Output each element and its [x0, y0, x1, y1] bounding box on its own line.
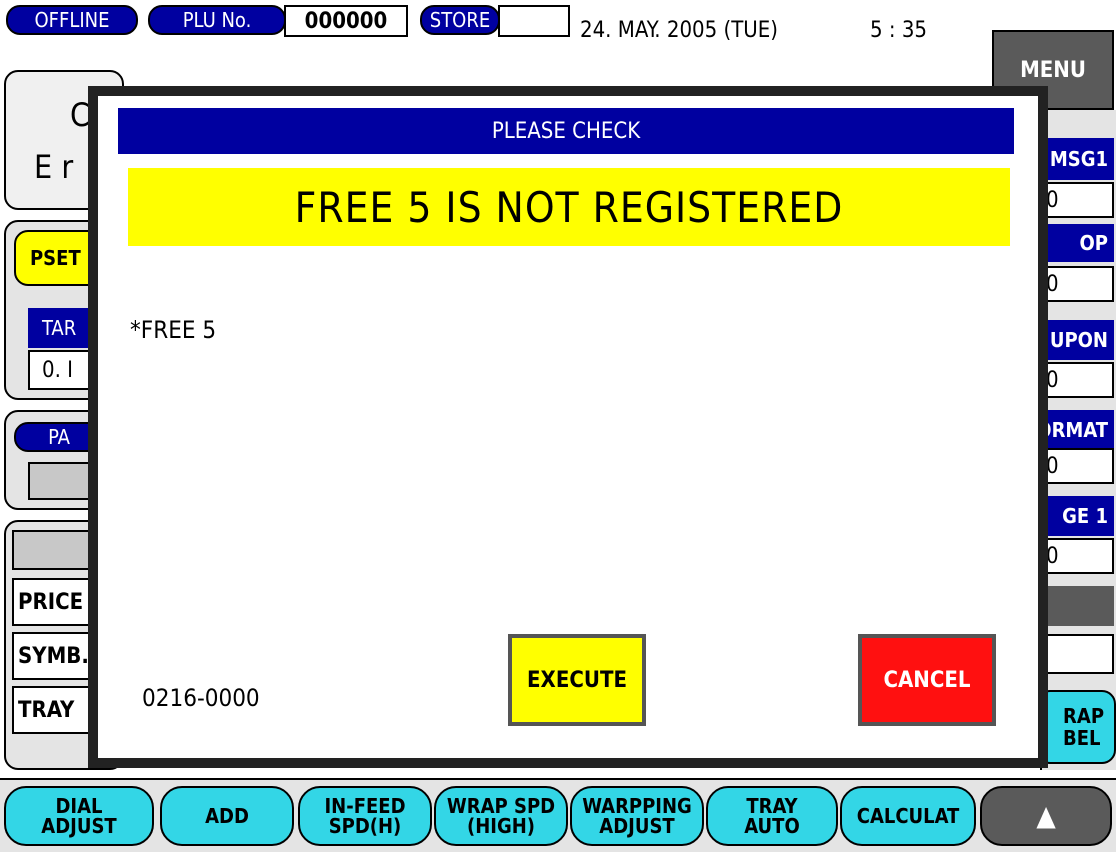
format-value[interactable]: 0 — [1040, 448, 1114, 484]
date-display: 24. MAY. 2005 (TUE) — [580, 18, 779, 43]
wrapping-adjust-button[interactable]: WARPPING ADJUST — [570, 786, 704, 846]
dialog-message: FREE 5 IS NOT REGISTERED — [128, 168, 1010, 246]
dialog-code: 0216-0000 — [142, 684, 260, 712]
right-gray-strip — [1040, 586, 1114, 626]
msg1-value[interactable]: 0 — [1040, 182, 1114, 218]
wrap-speed-button[interactable]: WRAP SPD (HIGH) — [434, 786, 568, 846]
tray-auto-button[interactable]: TRAY AUTO — [706, 786, 838, 846]
coupon-label: UPON — [1040, 320, 1114, 360]
coupon-value[interactable]: 0 — [1040, 362, 1114, 398]
plu-number-field[interactable]: 000000 — [284, 5, 408, 37]
cancel-button[interactable]: CANCEL — [858, 634, 996, 726]
op-value[interactable]: 0 — [1040, 266, 1114, 302]
page-value[interactable]: 0 — [1040, 538, 1114, 574]
execute-button[interactable]: EXECUTE — [508, 634, 646, 726]
dial-adjust-button[interactable]: DIAL ADJUST — [4, 786, 154, 846]
format-label: ORMAT — [1036, 410, 1114, 450]
msg1-label: MSG1 — [1040, 138, 1114, 180]
wrap-label-button[interactable]: RAP BEL — [1036, 690, 1116, 764]
plu-label: PLU No. — [148, 5, 286, 35]
page-label: GE 1 — [1040, 496, 1114, 536]
scroll-up-button[interactable]: ▲ — [980, 786, 1112, 846]
calculate-button[interactable]: CALCULAT — [840, 786, 976, 846]
add-button[interactable]: ADD — [160, 786, 294, 846]
time-display: 5 : 35 — [870, 18, 928, 43]
dialog-title: PLEASE CHECK — [118, 108, 1014, 154]
title-partial-2: E r — [34, 148, 74, 186]
right-blank-field — [1040, 634, 1114, 674]
store-label: STORE — [420, 5, 500, 35]
infeed-speed-button[interactable]: IN-FEED SPD(H) — [298, 786, 432, 846]
dialog-detail: *FREE 5 — [130, 316, 217, 344]
op-label: OP — [1040, 224, 1114, 262]
offline-status: OFFLINE — [6, 5, 138, 35]
store-field[interactable] — [498, 5, 570, 37]
